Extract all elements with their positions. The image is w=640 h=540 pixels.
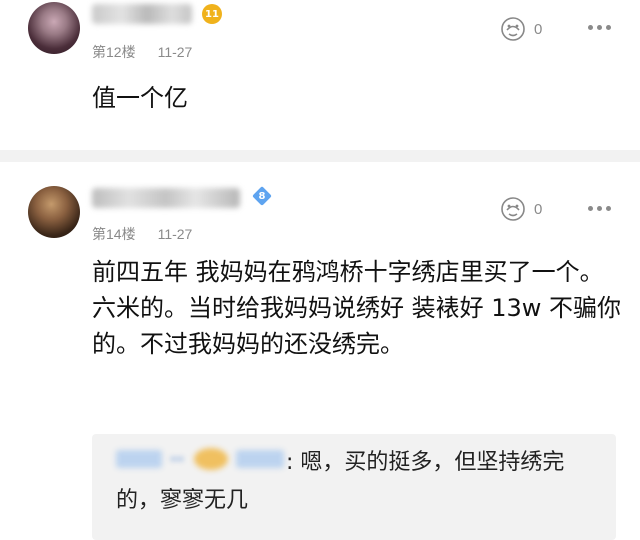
comment-text: 值一个亿 <box>92 84 188 112</box>
avatar[interactable] <box>28 186 80 238</box>
username-blurred[interactable] <box>92 188 240 208</box>
like-count: 0 <box>534 200 543 218</box>
level-badge: 8 <box>252 186 272 206</box>
level-badge-number: 8 <box>258 190 266 202</box>
like-button[interactable]: 0 <box>500 16 542 42</box>
more-icon[interactable] <box>588 25 611 30</box>
level-badge: 11 <box>202 4 222 24</box>
post-date: 11-27 <box>157 44 193 60</box>
floor-number: 第12楼 <box>92 44 136 60</box>
reply-box[interactable]: : 嗯，买的挺多，但坚持绣完的，寥寥无几 <box>92 434 616 540</box>
more-icon[interactable] <box>588 206 611 211</box>
level-badge-number: 11 <box>205 8 219 20</box>
like-count: 0 <box>534 20 543 38</box>
avatar[interactable] <box>28 2 80 54</box>
like-button[interactable]: 0 <box>500 196 542 222</box>
comment-text: 前四五年 我妈妈在鸦鸿桥十字绣店里买了一个。六米的。当时给我妈妈说绣好 装裱好 … <box>92 258 622 358</box>
like-icon <box>501 17 525 41</box>
like-icon <box>501 197 525 221</box>
reply-text: : 嗯，买的挺多，但坚持绣完的，寥寥无几 <box>116 450 565 513</box>
username-blurred[interactable] <box>92 4 192 24</box>
post-meta: 第12楼 11-27 <box>92 42 192 62</box>
post-date: 11-27 <box>157 226 193 242</box>
comment-post: 8 第14楼 11-27 0 前四五年 我妈妈在鸦鸿桥十字绣店里买了一个。六米的。… <box>0 162 640 540</box>
divider <box>0 150 640 162</box>
floor-number: 第14楼 <box>92 226 136 242</box>
post-meta: 第14楼 11-27 <box>92 224 192 244</box>
comment-post: 11 第12楼 11-27 0 值一个亿 <box>0 0 640 150</box>
